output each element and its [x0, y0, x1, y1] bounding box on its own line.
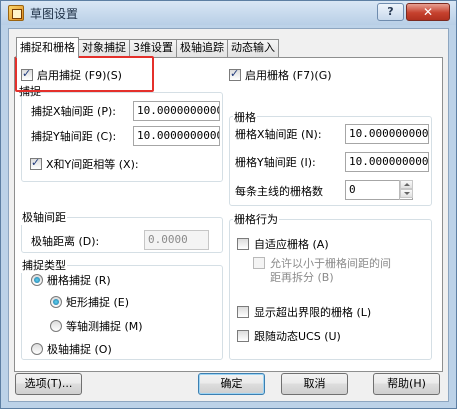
app-icon — [8, 5, 24, 21]
rectangular-snap-radio[interactable] — [50, 296, 62, 308]
snap-y-spacing-input[interactable]: 10.0000000000 — [133, 126, 220, 146]
display-beyond-limits-checkbox[interactable] — [237, 306, 249, 318]
polar-distance-input[interactable]: 0.0000 — [144, 230, 209, 250]
tab-3d-settings[interactable]: 3维设置 — [129, 39, 177, 57]
highlight-annotation-box — [15, 56, 154, 92]
spin-up-icon[interactable] — [400, 180, 413, 189]
grid-y-spacing-input[interactable]: 10.0000000000 — [345, 152, 429, 172]
tab-snap-and-grid[interactable]: 捕捉和栅格 — [16, 37, 79, 58]
tab-strip: 捕捉和栅格 对象捕捉 3维设置 极轴追踪 动态输入 — [16, 37, 279, 58]
snap-x-spacing-input[interactable]: 10.0000000000 — [133, 101, 220, 121]
snap-and-grid-panel: 启用捕捉 (F9)(S) 捕捉 捕捉X轴间距 (P): 10.000000000… — [14, 56, 443, 372]
adaptive-grid-label[interactable]: 自适应栅格 (A) — [254, 236, 329, 252]
grid-group-title: 栅格 — [233, 109, 257, 125]
follow-dynamic-ucs-label[interactable]: 跟随动态UCS (U) — [254, 328, 341, 344]
drafting-settings-window: 草图设置 ? ✕ 捕捉和栅格 对象捕捉 3维设置 极轴追踪 动态输入 启用捕捉 … — [0, 0, 457, 409]
title-bar[interactable]: 草图设置 ? ✕ — [1, 1, 456, 25]
grid-y-spacing-label: 栅格Y轴间距 (I): — [235, 156, 316, 169]
equal-xy-label[interactable]: X和Y间距相等 (X): — [46, 156, 139, 172]
grid-snap-radio[interactable] — [31, 274, 43, 286]
polar-distance-label: 极轴距离 (D): — [31, 235, 100, 248]
rectangular-snap-label[interactable]: 矩形捕捉 (E) — [66, 294, 129, 310]
polar-snap-label[interactable]: 极轴捕捉 (O) — [47, 341, 112, 357]
major-line-spinner[interactable] — [399, 180, 413, 200]
grid-x-spacing-label: 栅格X轴间距 (N): — [235, 128, 322, 141]
grid-behavior-group-title: 栅格行为 — [233, 211, 279, 227]
equal-xy-checkbox[interactable] — [30, 156, 42, 170]
snap-x-spacing-label: 捕捉X轴间距 (P): — [31, 105, 116, 118]
follow-dynamic-ucs-checkbox[interactable] — [237, 330, 249, 342]
tab-polar-tracking[interactable]: 极轴追踪 — [176, 39, 228, 57]
window-title: 草图设置 — [30, 7, 79, 21]
help-button[interactable]: 帮助(H) — [373, 373, 440, 395]
help-title-button[interactable]: ? — [377, 3, 404, 21]
enable-grid-checkbox[interactable] — [229, 67, 241, 81]
major-line-label: 每条主线的栅格数 — [235, 185, 323, 198]
subdivide-grid-checkbox[interactable] — [253, 257, 265, 269]
isometric-snap-label[interactable]: 等轴测捕捉 (M) — [66, 318, 143, 334]
grid-snap-label[interactable]: 栅格捕捉 (R) — [47, 272, 111, 288]
options-button[interactable]: 选项(T)... — [15, 373, 82, 395]
dialog-client-area: 捕捉和栅格 对象捕捉 3维设置 极轴追踪 动态输入 启用捕捉 (F9)(S) 捕… — [8, 28, 449, 402]
adaptive-grid-checkbox[interactable] — [237, 238, 249, 250]
grid-x-spacing-input[interactable]: 10.0000000000 — [345, 124, 429, 144]
snap-y-spacing-label: 捕捉Y轴间距 (C): — [31, 130, 117, 143]
cancel-button[interactable]: 取消 — [281, 373, 348, 395]
display-beyond-limits-label[interactable]: 显示超出界限的栅格 (L) — [254, 304, 371, 320]
snap-type-group-title: 捕捉类型 — [21, 257, 67, 273]
tab-dynamic-input[interactable]: 动态输入 — [227, 39, 279, 57]
tab-object-snap[interactable]: 对象捕捉 — [78, 39, 130, 57]
polar-snap-radio[interactable] — [31, 343, 43, 355]
polar-spacing-group-title: 极轴间距 — [21, 209, 67, 225]
enable-grid-label[interactable]: 启用栅格 (F7)(G) — [245, 67, 332, 83]
spin-down-icon[interactable] — [400, 189, 413, 198]
ok-button[interactable]: 确定 — [198, 373, 265, 395]
isometric-snap-radio[interactable] — [50, 320, 62, 332]
subdivide-grid-label-line2: 距再拆分 (B) — [270, 271, 334, 284]
close-button[interactable]: ✕ — [406, 3, 450, 21]
